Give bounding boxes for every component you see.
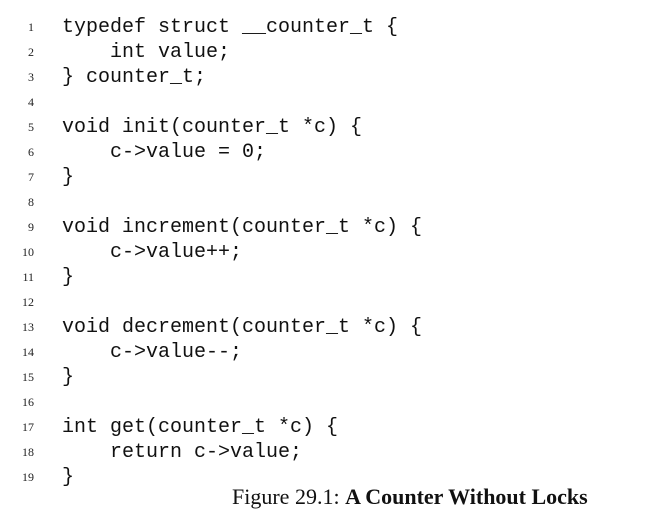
code-text: c->value--; <box>62 341 243 364</box>
line-number: 3 <box>28 70 34 84</box>
code-line: 15} <box>0 365 666 390</box>
line-number: 15 <box>22 370 34 384</box>
code-line: 18 return c->value; <box>0 440 666 465</box>
figure-title: A Counter Without Locks <box>345 484 588 509</box>
figure-caption: Figure 29.1: A Counter Without Locks <box>232 484 588 510</box>
line-number: 6 <box>28 145 34 159</box>
code-text: void init(counter_t *c) { <box>62 116 363 139</box>
code-line: 8 <box>0 190 666 215</box>
code-text: int value; <box>62 41 231 64</box>
code-text: typedef struct __counter_t { <box>62 16 399 39</box>
code-line: 4 <box>0 90 666 115</box>
line-number: 4 <box>28 95 34 109</box>
line-number: 14 <box>22 345 34 359</box>
line-number: 8 <box>28 195 34 209</box>
line-number: 2 <box>28 45 34 59</box>
code-text: } <box>62 466 75 489</box>
code-text: void decrement(counter_t *c) { <box>62 316 423 339</box>
figure-label: Figure 29.1: <box>232 484 340 509</box>
code-line: 17 int get(counter_t *c) { <box>0 415 666 440</box>
code-text: } <box>62 366 75 389</box>
code-line: 11} <box>0 265 666 290</box>
line-number: 17 <box>22 420 34 434</box>
code-line: 3 } counter_t; <box>0 65 666 90</box>
code-text: return c->value; <box>62 441 303 464</box>
code-line: 7} <box>0 165 666 190</box>
code-text: int get(counter_t *c) { <box>62 416 339 439</box>
code-line: 9 void increment(counter_t *c) { <box>0 215 666 240</box>
code-line: 13 void decrement(counter_t *c) { <box>0 315 666 340</box>
code-listing: 1 typedef struct __counter_t {2 int value… <box>0 15 666 490</box>
code-line: 12 <box>0 290 666 315</box>
line-number: 18 <box>22 445 34 459</box>
line-number: 9 <box>28 220 34 234</box>
code-line: 10 c->value++; <box>0 240 666 265</box>
line-number: 16 <box>22 395 34 409</box>
code-text: } <box>62 166 75 189</box>
code-line: 14 c->value--; <box>0 340 666 365</box>
line-number: 10 <box>22 245 34 259</box>
line-number: 1 <box>28 20 34 34</box>
line-number: 7 <box>28 170 34 184</box>
code-line: 6 c->value = 0; <box>0 140 666 165</box>
line-number: 5 <box>28 120 34 134</box>
line-number: 12 <box>22 295 34 309</box>
code-text: c->value = 0; <box>62 141 267 164</box>
code-text: } counter_t; <box>62 66 207 89</box>
code-line: 5 void init(counter_t *c) { <box>0 115 666 140</box>
code-line: 16 <box>0 390 666 415</box>
code-line: 2 int value; <box>0 40 666 65</box>
code-text: } <box>62 266 75 289</box>
line-number: 13 <box>22 320 34 334</box>
line-number: 19 <box>22 470 34 484</box>
code-line: 1 typedef struct __counter_t { <box>0 15 666 40</box>
code-text: c->value++; <box>62 241 243 264</box>
line-number: 11 <box>22 270 34 284</box>
code-text: void increment(counter_t *c) { <box>62 216 423 239</box>
